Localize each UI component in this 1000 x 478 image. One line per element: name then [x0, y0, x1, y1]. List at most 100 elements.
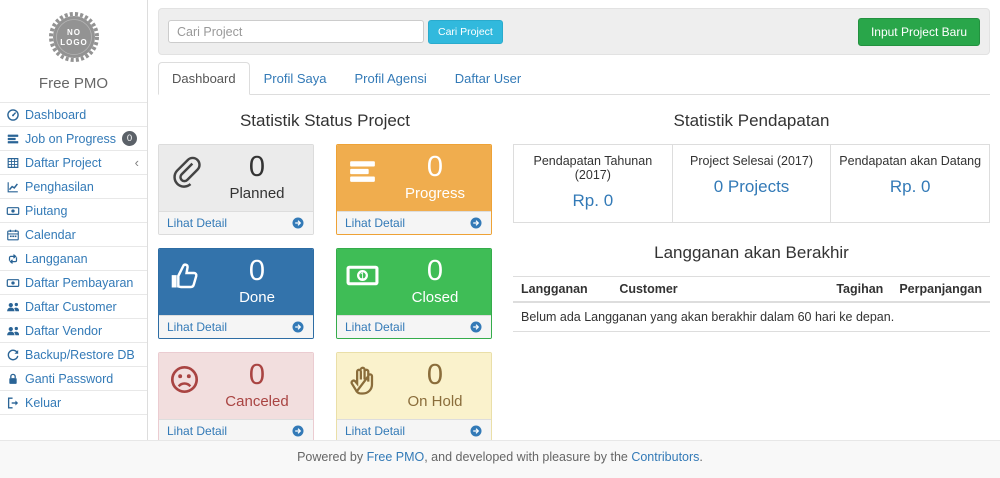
sidebar-item-penghasilan[interactable]: Penghasilan	[0, 175, 147, 199]
sidebar-item-dashboard[interactable]: Dashboard	[0, 103, 147, 127]
lock-icon	[6, 372, 20, 386]
status-section: Statistik Status Project 0 Planned Lihat…	[158, 95, 492, 443]
calendar-icon	[6, 228, 20, 242]
lihat-detail-link[interactable]: Lihat Detail	[337, 211, 491, 234]
lihat-detail-link[interactable]: Lihat Detail	[337, 315, 491, 338]
chevron-left-icon: ‹	[135, 156, 139, 169]
status-count: 0	[207, 255, 307, 288]
status-label: Planned	[207, 184, 307, 203]
sidebar-item-keluar[interactable]: Keluar	[0, 391, 147, 415]
lihat-detail-label: Lihat Detail	[167, 424, 227, 438]
status-card-done: 0 Done Lihat Detail	[158, 248, 314, 339]
dashboard-icon	[6, 108, 20, 122]
users-icon	[6, 300, 20, 314]
status-count: 0	[207, 359, 307, 392]
lihat-detail-label: Lihat Detail	[345, 216, 405, 230]
lihat-detail-label: Lihat Detail	[345, 424, 405, 438]
status-card-canceled: 0 Canceled Lihat Detail	[158, 352, 314, 443]
sidebar-item-daftar-customer[interactable]: Daftar Customer	[0, 295, 147, 319]
main-area: Cari Project Input Project Baru Dashboar…	[149, 0, 1000, 440]
status-count: 0	[385, 151, 485, 184]
empty-subscription-message: Belum ada Langganan yang akan berakhir d…	[513, 302, 990, 332]
arrow-circle-right-icon	[469, 424, 483, 438]
income-section: Statistik Pendapatan Pendapatan Tahunan …	[492, 95, 990, 443]
sidebar-item-label: Dashboard	[25, 108, 86, 122]
tasks-icon	[6, 132, 20, 146]
column-header-langganan: Langganan	[513, 277, 611, 303]
sidebar-item-label: Penghasilan	[25, 180, 94, 194]
users-icon	[6, 324, 20, 338]
footer-text: , and developed with pleasure by the	[424, 450, 631, 464]
column-header-perpanjangan: Perpanjangan	[891, 277, 990, 303]
arrow-circle-right-icon	[469, 320, 483, 334]
search-button[interactable]: Cari Project	[428, 20, 503, 44]
sidebar-item-daftar-project[interactable]: Daftar Project ‹	[0, 151, 147, 175]
sidebar-item-label: Calendar	[25, 228, 76, 242]
sidebar-item-job-on-progress[interactable]: Job on Progress 0	[0, 127, 147, 151]
lihat-detail-link[interactable]: Lihat Detail	[159, 315, 313, 338]
stat-project-selesai: Project Selesai (2017) 0 Projects	[673, 145, 832, 222]
tasks-icon	[346, 155, 379, 188]
retweet-icon	[6, 252, 20, 266]
tab-profil-saya[interactable]: Profil Saya	[250, 62, 341, 95]
sidebar-menu: Dashboard Job on Progress 0 Daftar Proje…	[0, 102, 147, 415]
column-header-tagihan: Tagihan	[828, 277, 891, 303]
status-label: Progress	[385, 184, 485, 203]
sidebar-item-daftar-vendor[interactable]: Daftar Vendor	[0, 319, 147, 343]
money-icon	[6, 204, 20, 218]
sidebar-item-label: Daftar Vendor	[25, 324, 102, 338]
input-project-baru-button[interactable]: Input Project Baru	[858, 18, 980, 46]
sign-out-icon	[6, 396, 20, 410]
sidebar-item-calendar[interactable]: Calendar	[0, 223, 147, 247]
tab-dashboard[interactable]: Dashboard	[158, 62, 250, 95]
lihat-detail-link[interactable]: Lihat Detail	[337, 419, 491, 442]
sidebar-item-label: Job on Progress	[25, 132, 116, 146]
free-pmo-link[interactable]: Free PMO	[367, 450, 425, 464]
footer-text: .	[699, 450, 702, 464]
income-section-title: Statistik Pendapatan	[513, 111, 990, 131]
sidebar-item-daftar-pembayaran[interactable]: Daftar Pembayaran	[0, 271, 147, 295]
sidebar: NO LOGO Free PMO Dashboard Job on Progre…	[0, 0, 148, 440]
tab-profil-agensi[interactable]: Profil Agensi	[340, 62, 440, 95]
income-stats-table: Pendapatan Tahunan (2017) Rp. 0 Project …	[513, 144, 990, 223]
status-label: Closed	[385, 288, 485, 307]
search-input[interactable]	[168, 20, 424, 43]
sidebar-item-label: Langganan	[25, 252, 88, 266]
app-logo: NO LOGO Free PMO	[0, 0, 147, 92]
subscription-section-title: Langganan akan Berakhir	[513, 243, 990, 263]
status-count: 0	[207, 151, 307, 184]
dashboard-content: Statistik Status Project 0 Planned Lihat…	[149, 95, 1000, 443]
table-icon	[6, 156, 20, 170]
status-label: On Hold	[385, 392, 485, 411]
thumbs-up-icon	[168, 259, 201, 292]
tab-bar: Dashboard Profil Saya Profil Agensi Daft…	[158, 62, 990, 95]
stat-value: 0 Projects	[677, 177, 827, 197]
sidebar-item-piutang[interactable]: Piutang	[0, 199, 147, 223]
stat-label: Project Selesai (2017)	[677, 154, 827, 168]
hand-icon	[346, 363, 379, 396]
sidebar-item-label: Ganti Password	[25, 372, 113, 386]
stat-pendapatan-tahunan: Pendapatan Tahunan (2017) Rp. 0	[514, 145, 673, 222]
sidebar-item-ganti-password[interactable]: Ganti Password	[0, 367, 147, 391]
status-card-closed: 1 0 Closed Lihat Detail	[336, 248, 492, 339]
money-bill-icon: 1	[346, 259, 379, 292]
status-cards: 0 Planned Lihat Detail 0 Progress	[158, 144, 492, 443]
sidebar-item-label: Backup/Restore DB	[25, 348, 135, 362]
footer-text: Powered by	[297, 450, 366, 464]
arrow-circle-right-icon	[291, 216, 305, 230]
lihat-detail-link[interactable]: Lihat Detail	[159, 419, 313, 442]
sidebar-item-backup-restore-db[interactable]: Backup/Restore DB	[0, 343, 147, 367]
status-section-title: Statistik Status Project	[158, 111, 492, 131]
sidebar-item-langganan[interactable]: Langganan	[0, 247, 147, 271]
lihat-detail-label: Lihat Detail	[167, 216, 227, 230]
contributors-link[interactable]: Contributors	[631, 450, 699, 464]
arrow-circle-right-icon	[469, 216, 483, 230]
stat-pendapatan-akan-datang: Pendapatan akan Datang Rp. 0	[831, 145, 989, 222]
lihat-detail-link[interactable]: Lihat Detail	[159, 211, 313, 234]
tab-daftar-user[interactable]: Daftar User	[441, 62, 535, 95]
frown-icon	[168, 363, 201, 396]
no-logo-badge-icon: NO LOGO	[47, 10, 101, 64]
sidebar-item-label: Daftar Pembayaran	[25, 276, 133, 290]
column-header-customer: Customer	[611, 277, 828, 303]
arrow-circle-right-icon	[291, 320, 305, 334]
